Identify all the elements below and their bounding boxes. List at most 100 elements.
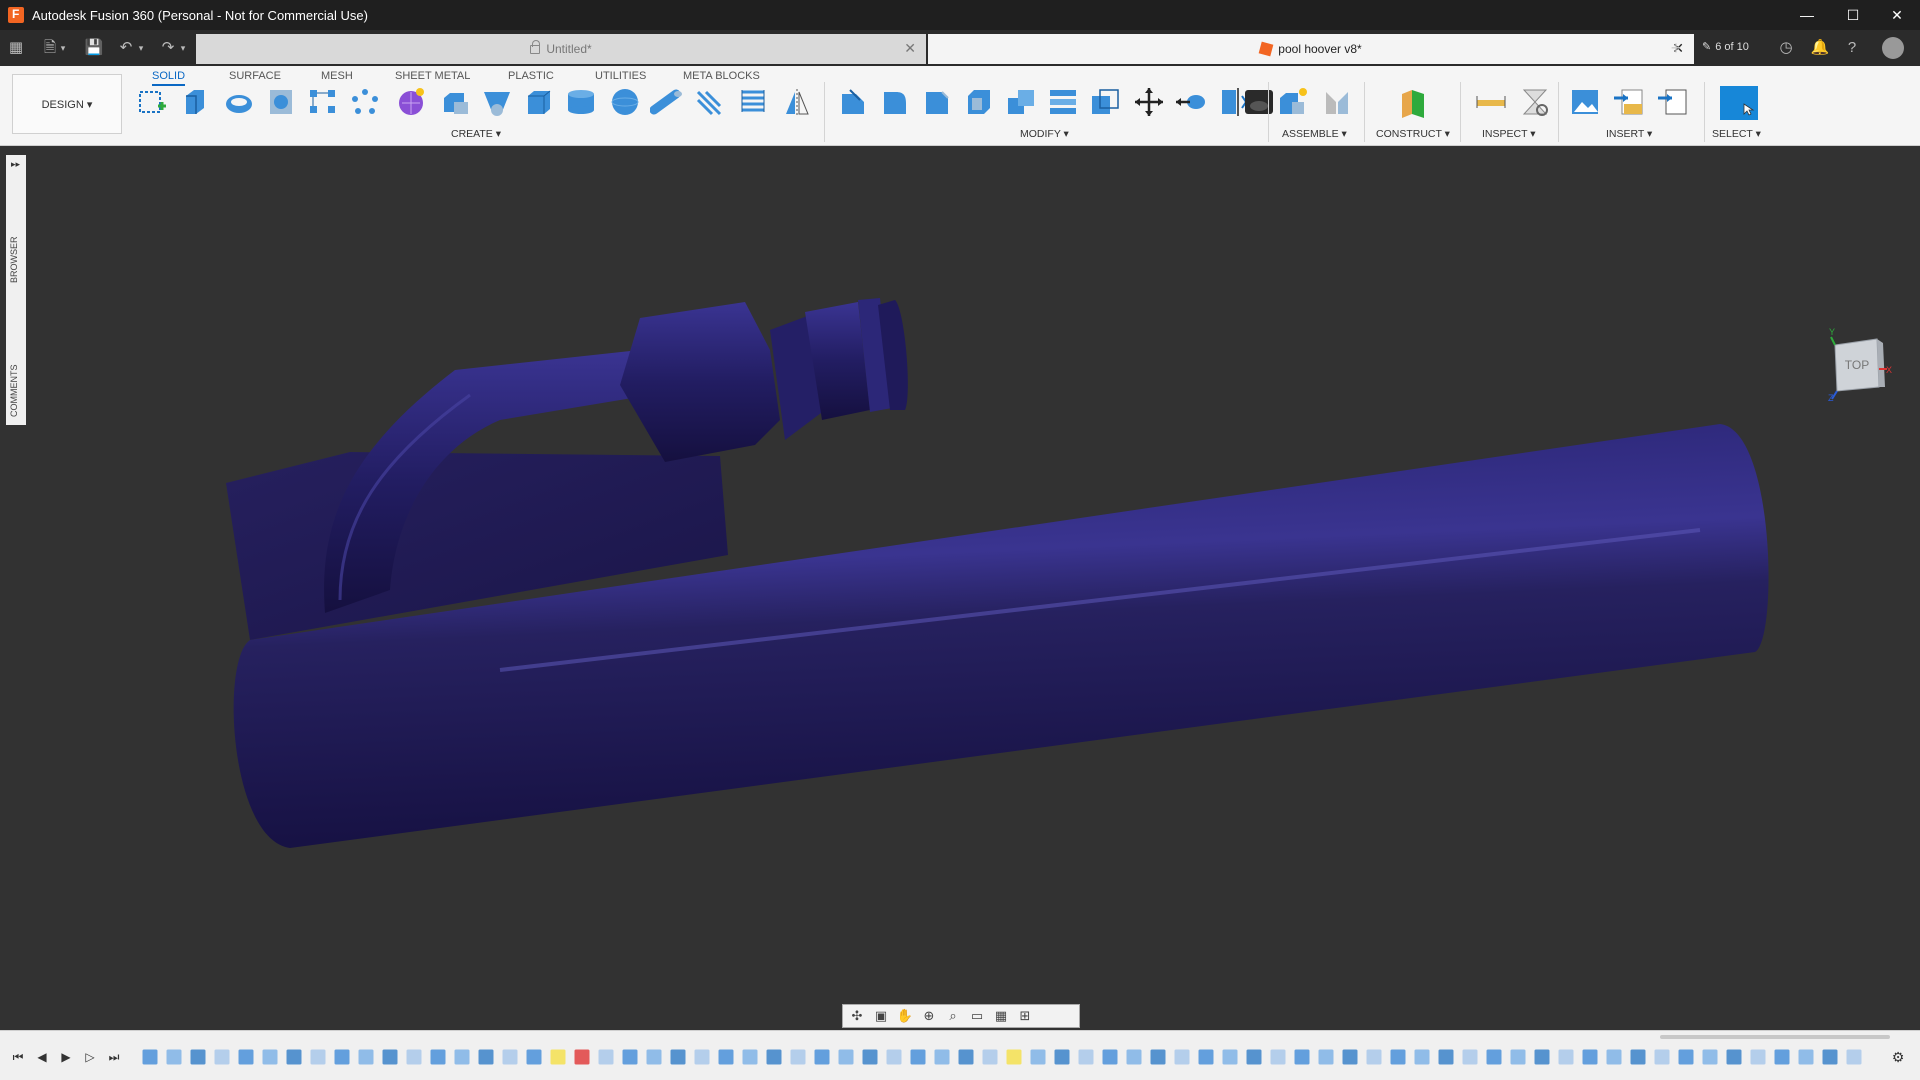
press-pull-icon[interactable] — [836, 86, 870, 118]
timeline-feature[interactable] — [598, 1049, 614, 1065]
timeline-feature[interactable] — [1270, 1049, 1286, 1065]
timeline-feature[interactable] — [646, 1049, 662, 1065]
timeline-feature[interactable] — [790, 1049, 806, 1065]
insert-menu[interactable]: INSERT ▾ — [1606, 128, 1652, 140]
scale-icon[interactable] — [1088, 86, 1122, 118]
timeline-feature[interactable] — [1534, 1049, 1550, 1065]
timeline-feature[interactable] — [574, 1049, 590, 1065]
tab-sheet-metal[interactable]: SHEET METAL — [395, 70, 470, 82]
close-window-button[interactable]: ✕ — [1874, 0, 1920, 30]
timeline-feature[interactable] — [1006, 1049, 1022, 1065]
extrude-icon[interactable] — [178, 86, 212, 118]
fit-icon[interactable]: ⌕ — [943, 1008, 963, 1024]
redo-icon[interactable]: ↷ — [158, 38, 178, 58]
go-to-end-icon[interactable]: ⏭ — [106, 1049, 122, 1065]
step-back-icon[interactable]: ◀ — [34, 1049, 50, 1065]
timeline-feature[interactable] — [1846, 1049, 1862, 1065]
timeline-feature[interactable] — [262, 1049, 278, 1065]
pan-icon[interactable]: ✋ — [895, 1008, 915, 1024]
browser-panel-toggle[interactable]: BROWSER — [9, 236, 19, 283]
play-icon[interactable]: ▶ — [58, 1049, 74, 1065]
close-tab-untitled-icon[interactable]: ✕ — [904, 40, 916, 57]
new-component-icon[interactable] — [1276, 86, 1310, 118]
timeline-feature[interactable] — [1198, 1049, 1214, 1065]
circular-pattern-icon[interactable] — [348, 86, 382, 118]
user-avatar[interactable] — [1882, 37, 1904, 59]
timeline-feature[interactable] — [1726, 1049, 1742, 1065]
timeline-feature[interactable] — [1294, 1049, 1310, 1065]
timeline-feature[interactable] — [934, 1049, 950, 1065]
help-icon[interactable]: ? — [1842, 38, 1862, 58]
timeline-feature[interactable] — [742, 1049, 758, 1065]
timeline-feature[interactable] — [718, 1049, 734, 1065]
coil-icon[interactable] — [736, 86, 770, 118]
timeline-feature[interactable] — [1174, 1049, 1190, 1065]
modify-menu[interactable]: MODIFY ▾ — [1020, 128, 1069, 140]
tab-solid[interactable]: SOLID — [152, 70, 186, 86]
timeline-feature[interactable] — [1438, 1049, 1454, 1065]
timeline-feature[interactable] — [526, 1049, 542, 1065]
timeline-feature[interactable] — [1126, 1049, 1142, 1065]
joint-icon[interactable] — [1320, 86, 1354, 118]
file-menu-icon[interactable]: 🗎 — [40, 38, 60, 58]
undo-dropdown-icon[interactable]: ▾ — [136, 38, 146, 58]
timeline-feature[interactable] — [886, 1049, 902, 1065]
insert-svg-icon[interactable] — [1612, 86, 1646, 118]
timeline-feature[interactable] — [238, 1049, 254, 1065]
tab-meta-blocks[interactable]: META BLOCKS — [683, 70, 760, 82]
box-icon[interactable] — [522, 86, 556, 118]
3d-viewport[interactable]: TOP Y X Z — [0, 147, 1920, 1030]
timeline-feature[interactable] — [142, 1049, 158, 1065]
display-settings-icon[interactable]: ▭ — [967, 1008, 987, 1024]
align-icon[interactable] — [1174, 86, 1208, 118]
save-icon[interactable]: 💾 — [84, 38, 104, 58]
create-menu[interactable]: CREATE ▾ — [451, 128, 501, 140]
timeline-feature[interactable] — [358, 1049, 374, 1065]
timeline-feature[interactable] — [334, 1049, 350, 1065]
timeline-feature[interactable] — [1654, 1049, 1670, 1065]
offset-face-icon[interactable] — [1046, 86, 1080, 118]
timeline-feature[interactable] — [1366, 1049, 1382, 1065]
cylinder-icon[interactable] — [564, 86, 598, 118]
construct-menu[interactable]: CONSTRUCT ▾ — [1376, 128, 1450, 140]
loft-icon[interactable] — [480, 86, 514, 118]
select-menu[interactable]: SELECT ▾ — [1712, 128, 1761, 140]
file-dropdown-icon[interactable]: ▾ — [58, 38, 68, 58]
tab-pool-hoover[interactable]: pool hoover v8* ✕ — [928, 34, 1694, 64]
timeline-feature[interactable] — [1558, 1049, 1574, 1065]
go-to-start-icon[interactable]: ⏮ — [10, 1049, 26, 1065]
form-icon[interactable] — [394, 86, 428, 118]
timeline-feature[interactable] — [1150, 1049, 1166, 1065]
offset-plane-icon[interactable] — [1396, 86, 1430, 118]
app-grid-icon[interactable]: ▦ — [6, 38, 26, 58]
create-sketch-icon[interactable] — [136, 86, 170, 118]
pipe-icon[interactable] — [650, 86, 684, 118]
timeline-settings-gear-icon[interactable]: ⚙ — [1890, 1049, 1906, 1065]
rectangular-pattern-icon[interactable] — [306, 86, 340, 118]
timeline-feature[interactable] — [1774, 1049, 1790, 1065]
timeline-feature[interactable] — [1318, 1049, 1334, 1065]
timeline-feature[interactable] — [766, 1049, 782, 1065]
timeline-scrollbar[interactable] — [1660, 1035, 1890, 1039]
fillet-icon[interactable] — [878, 86, 912, 118]
maximize-button[interactable]: ☐ — [1830, 0, 1876, 30]
select-tool-button[interactable] — [1720, 86, 1758, 120]
timeline-feature[interactable] — [694, 1049, 710, 1065]
timeline-feature[interactable] — [1822, 1049, 1838, 1065]
viewports-icon[interactable]: ⊞ — [1015, 1008, 1035, 1024]
undo-icon[interactable]: ↶ — [116, 38, 136, 58]
tab-plastic[interactable]: PLASTIC — [508, 70, 554, 82]
sphere-icon[interactable] — [608, 86, 642, 118]
revolve-icon[interactable] — [222, 86, 256, 118]
timeline-feature[interactable] — [838, 1049, 854, 1065]
orbit-icon[interactable]: ✣ — [847, 1008, 867, 1024]
timeline-feature[interactable] — [214, 1049, 230, 1065]
minimize-button[interactable]: — — [1784, 0, 1830, 30]
timeline-feature[interactable] — [430, 1049, 446, 1065]
timeline-feature[interactable] — [1030, 1049, 1046, 1065]
new-tab-icon[interactable]: + — [1666, 38, 1686, 58]
timeline-feature[interactable] — [1678, 1049, 1694, 1065]
tab-mesh[interactable]: MESH — [321, 70, 353, 82]
job-status[interactable]: ✎ 6 of 10 — [1702, 40, 1749, 54]
sweep-icon[interactable] — [264, 86, 298, 118]
